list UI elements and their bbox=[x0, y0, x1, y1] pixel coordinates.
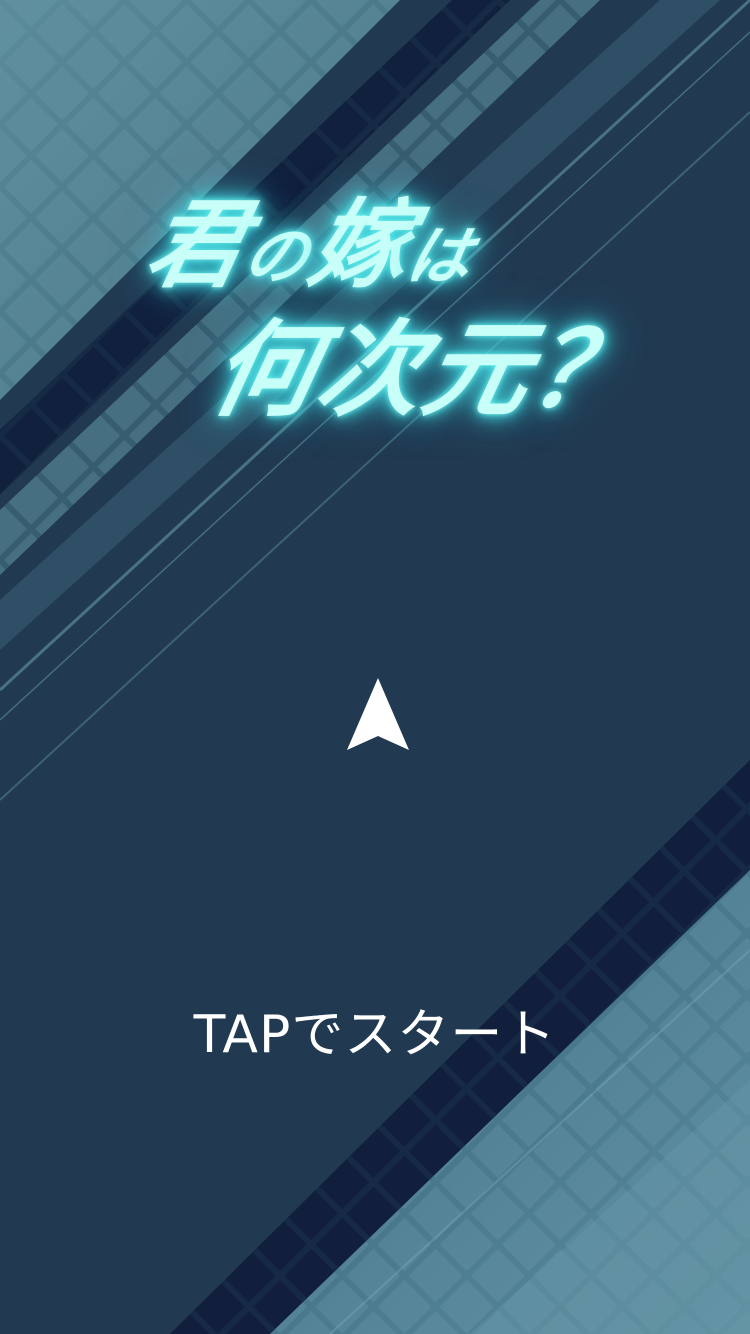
arrow-up-icon bbox=[347, 678, 409, 750]
title-screen[interactable]: 君の嫁は 何次元？ TAPでスタート bbox=[0, 0, 750, 1334]
game-title-line-1: 君の嫁は bbox=[135, 189, 487, 311]
tap-to-start-prompt[interactable]: TAPでスタート bbox=[0, 1000, 750, 1070]
game-title-line-2: 何次元？ bbox=[201, 309, 651, 431]
